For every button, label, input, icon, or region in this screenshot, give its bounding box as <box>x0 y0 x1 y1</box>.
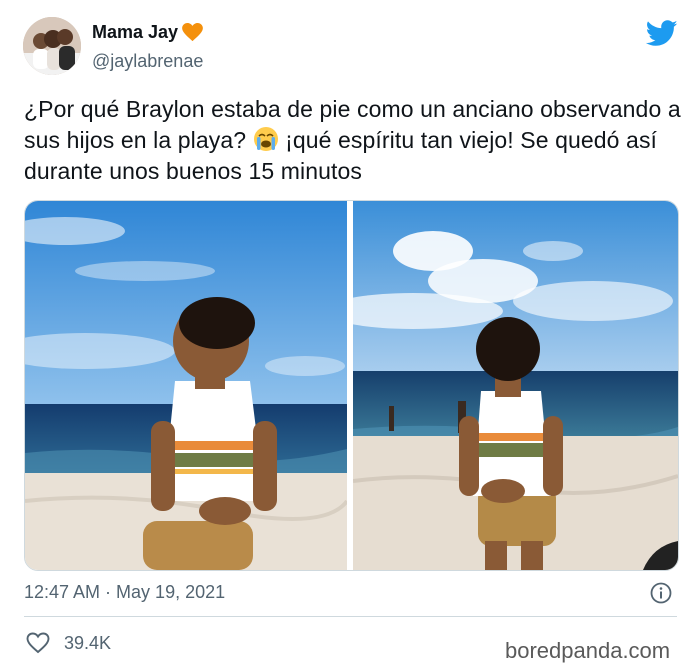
tweet-timestamp[interactable]: 12:47 AM · May 19, 2021 <box>24 582 225 603</box>
like-count[interactable]: 39.4K <box>64 633 111 654</box>
orange-heart-icon <box>182 23 203 42</box>
divider <box>24 616 677 617</box>
beach-photo-right[interactable] <box>353 201 678 570</box>
avatar-photo <box>23 17 81 75</box>
watermark: boredpanda.com <box>505 638 671 663</box>
info-icon[interactable] <box>650 582 672 604</box>
author-handle[interactable]: @jaylabrenae <box>92 51 203 72</box>
like-heart-icon[interactable] <box>26 632 50 654</box>
tweet-text: ¿Por qué Braylon estaba de pie como un a… <box>24 94 684 187</box>
beach-photo-left[interactable] <box>25 201 347 570</box>
avatar[interactable] <box>23 17 81 75</box>
twitter-bird-icon[interactable] <box>645 20 678 47</box>
author-name-row[interactable]: Mama Jay <box>92 22 203 43</box>
display-name[interactable]: Mama Jay <box>92 22 178 43</box>
loudly-crying-face-icon <box>253 126 279 152</box>
tweet-media[interactable] <box>24 200 679 571</box>
